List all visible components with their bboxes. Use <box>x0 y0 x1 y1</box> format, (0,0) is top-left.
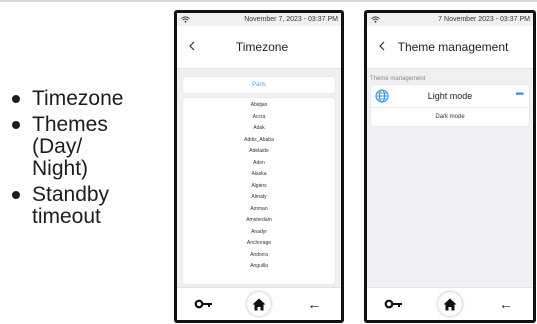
bullet-item: Themes (Day/ Night) <box>8 114 168 180</box>
wifi-icon <box>181 16 190 23</box>
status-time: November 7, 2023 - 03:37 PM <box>244 16 338 23</box>
theme-card: Light mode ••• Dark mode <box>371 85 529 126</box>
page-title: Timezone <box>235 40 289 54</box>
wifi-icon <box>371 16 380 23</box>
list-item[interactable]: Algiers <box>183 181 335 193</box>
list-item[interactable]: Alaska <box>183 169 335 181</box>
list-item[interactable]: Anguilla <box>183 261 335 273</box>
light-mode-option[interactable]: Light mode ••• <box>371 85 529 108</box>
home-button[interactable] <box>246 292 271 316</box>
list-item[interactable]: Amsterdam <box>183 215 335 227</box>
page-header: Theme management <box>367 26 533 69</box>
selected-timezone[interactable]: Paris <box>183 77 335 93</box>
arrow-left-icon[interactable]: ← <box>304 296 324 312</box>
bottom-nav: ← <box>367 287 533 320</box>
list-item[interactable]: Anadyr <box>183 227 335 239</box>
bullet-dot <box>12 191 20 199</box>
list-item[interactable]: Amman <box>183 204 335 216</box>
list-item[interactable]: Addis_Ababa <box>183 135 335 147</box>
timezone-list[interactable]: Abidjan Accra Adak Addis_Ababa Adelaide … <box>183 98 335 284</box>
phone-screen: 7 November 2023 - 03:37 PM Theme managem… <box>367 13 533 320</box>
list-item[interactable]: Adak <box>183 123 335 135</box>
home-icon <box>252 298 266 310</box>
top-divider <box>0 0 537 2</box>
home-button[interactable] <box>438 292 462 316</box>
key-icon <box>194 299 212 309</box>
status-bar: 7 November 2023 - 03:37 PM <box>367 13 533 26</box>
globe-icon <box>375 89 389 103</box>
list-item[interactable]: Adelaide <box>183 146 335 158</box>
status-time: 7 November 2023 - 03:37 PM <box>438 16 530 23</box>
back-button[interactable] <box>375 38 389 54</box>
chevron-left-icon <box>189 41 195 51</box>
status-bar: November 7, 2023 - 03:37 PM <box>177 13 341 26</box>
bullet-item: Timezone <box>8 88 168 110</box>
key-button[interactable] <box>384 297 404 311</box>
list-item[interactable]: Almaty <box>183 192 335 204</box>
feature-bullet-list: Timezone Themes (Day/ Night) Standby tim… <box>8 88 168 232</box>
phone-theme: 7 November 2023 - 03:37 PM Theme managem… <box>364 10 536 323</box>
list-item[interactable]: Aden <box>183 158 335 170</box>
key-button[interactable] <box>194 297 214 311</box>
list-item[interactable]: Accra <box>183 112 335 124</box>
arrow-left-icon[interactable]: ← <box>496 296 516 312</box>
list-item[interactable]: Anchorage <box>183 238 335 250</box>
key-icon <box>384 299 402 309</box>
page-header: Timezone <box>177 26 341 69</box>
bullet-text: Timezone <box>32 87 124 110</box>
dark-mode-option[interactable]: Dark mode <box>371 108 529 126</box>
section-label: Theme management <box>370 76 426 82</box>
back-button[interactable] <box>185 38 199 54</box>
light-mode-label: Light mode <box>427 91 473 101</box>
page-title: Theme management <box>397 40 509 54</box>
bullet-dot <box>12 95 20 103</box>
bullet-dot <box>12 121 20 129</box>
bullet-text: Standby timeout <box>32 183 110 228</box>
list-item[interactable]: Andorra <box>183 250 335 262</box>
bullet-text: Themes (Day/ Night) <box>32 113 108 180</box>
home-icon <box>443 298 457 310</box>
bullet-item: Standby timeout <box>8 184 168 228</box>
more-options-icon[interactable]: ••• <box>515 89 523 100</box>
phone-screen: November 7, 2023 - 03:37 PM Timezone Par… <box>177 13 341 320</box>
phone-timezone: November 7, 2023 - 03:37 PM Timezone Par… <box>174 10 344 323</box>
bottom-nav: ← <box>177 287 341 320</box>
list-item[interactable]: Abidjan <box>183 100 335 112</box>
chevron-left-icon <box>379 41 385 51</box>
